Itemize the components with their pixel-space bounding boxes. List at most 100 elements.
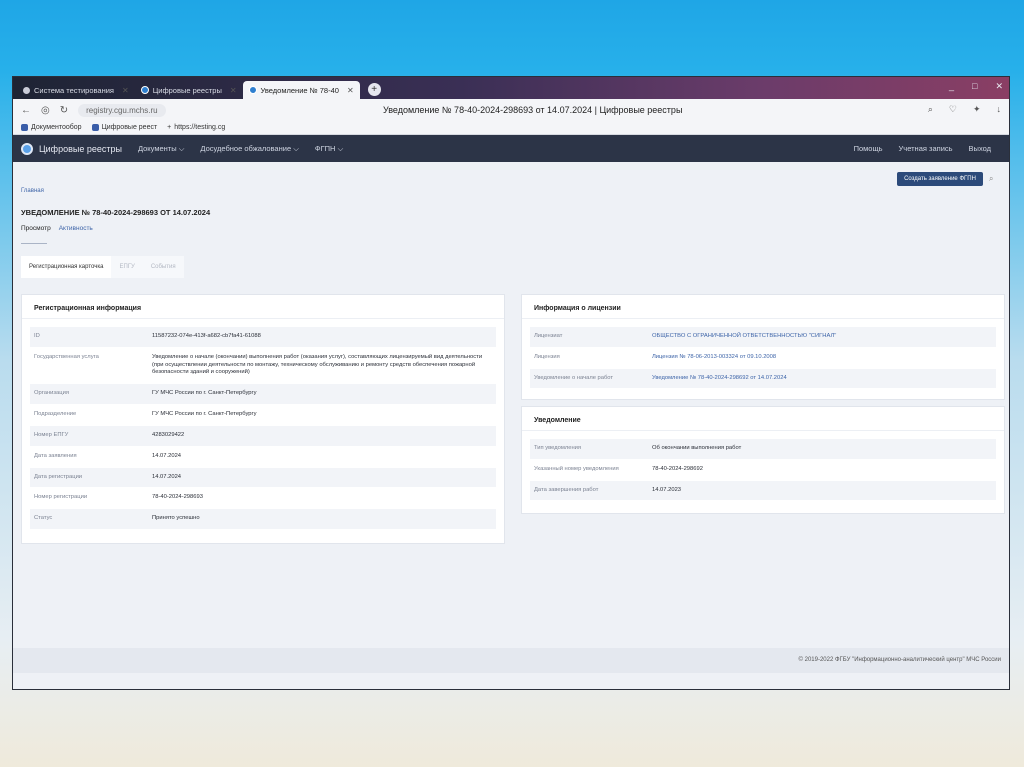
tab-favicon-icon <box>23 86 30 94</box>
row-value: Уведомление о начале (окончании) выполне… <box>152 353 483 376</box>
navbar-right: Помощь Учетная запись Выход <box>854 144 991 153</box>
start-notification-link[interactable]: Уведомление № 78-40-2024-298692 от 14.07… <box>652 375 787 383</box>
close-window-button[interactable]: ✕ <box>995 81 1003 92</box>
row-value: 14.07.2024 <box>152 452 182 459</box>
account-link[interactable]: Учетная запись <box>899 144 953 153</box>
close-tab-icon[interactable]: ✕ <box>230 86 237 95</box>
bookmark-icon[interactable]: ♡ <box>949 104 957 115</box>
row-label: Указанный номер уведомления <box>534 465 619 472</box>
url-field[interactable]: registry.cgu.mchs.ru <box>78 103 166 117</box>
registration-info-panel: Регистрационная информация ID 11587232-07… <box>21 294 505 544</box>
info-row: Дата регистрации 14.07.2024 <box>30 467 496 489</box>
info-row: Указанный номер уведомления 78-40-2024-29… <box>530 460 996 481</box>
tab-digital-registries[interactable]: Цифровые реестры ✕ <box>135 81 243 99</box>
row-value: 4283029422 <box>152 431 185 438</box>
brand-name: Цифровые реестры <box>39 143 122 154</box>
tab-view[interactable]: Просмотр <box>21 225 51 232</box>
menu-fgpn[interactable]: ФГПН ⌵ <box>315 144 343 154</box>
bookmark-item[interactable]: Цифровые реест <box>91 124 157 131</box>
row-value: Принято успешно <box>152 515 200 522</box>
info-row: Номер ЕПГУ 4283029422 <box>30 425 496 447</box>
tab-registration-card[interactable]: Регистрационная карточка <box>21 256 112 278</box>
page-title-display: Уведомление № 78-40-2024-298693 от 14.07… <box>383 105 683 115</box>
new-tab-button[interactable]: + <box>367 83 381 96</box>
window-controls: _ □ ✕ <box>949 81 1003 92</box>
tab-label: Цифровые реестры <box>152 85 222 95</box>
row-label: Уведомление о начале работ <box>534 374 614 381</box>
info-row: Дата заявления 14.07.2024 <box>30 447 496 468</box>
panel-title: Информация о лицензии <box>522 295 1004 319</box>
row-label: Подразделение <box>34 411 77 418</box>
notification-panel: Уведомление Тип уведомления Об окончании … <box>521 406 1005 514</box>
card-tabs: Регистрационная карточка ЕПГУ События <box>21 256 184 278</box>
info-row: Дата завершения работ 14.07.2023 <box>530 480 996 502</box>
row-label: Лицензиат <box>534 333 563 339</box>
active-tab-underline <box>21 243 47 244</box>
tab-testing-system[interactable]: Система тестирования ✕ <box>17 81 135 99</box>
tab-events[interactable]: События <box>142 256 184 278</box>
row-label: Статус <box>34 515 53 522</box>
main-content: Главная УВЕДОМЛЕНИЕ № 78-40-2024-298693 … <box>13 162 1009 673</box>
bookmark-item[interactable]: Документообор <box>21 124 82 131</box>
back-icon[interactable]: ← <box>21 105 31 116</box>
bookmark-label: https://testing.cg <box>174 124 226 131</box>
download-icon[interactable]: ↓ <box>997 104 1002 115</box>
create-fgpn-application-button[interactable]: Создать заявление ФГПН <box>897 172 983 186</box>
license-info-panel: Информация о лицензии Лицензиат ОБЩЕСТВО … <box>521 294 1005 400</box>
license-link[interactable]: Лицензия № 78-06-2013-003324 от 09.10.20… <box>652 354 776 362</box>
toolbar-right: ⌕ ♡ ✦ ↓ <box>928 104 1001 115</box>
menu-documents[interactable]: Документы ⌵ <box>138 144 184 154</box>
browser-window: Система тестирования ✕ Цифровые реестры … <box>12 76 1010 690</box>
minimize-button[interactable]: _ <box>949 81 954 92</box>
licensee-link[interactable]: ОБЩЕСТВО С ОГРАНИЧЕННОЙ ОТВЕТСТВЕННОСТЬЮ… <box>652 333 836 341</box>
info-row: ID 11587232-074e-413f-a682-cb7fa41-61088 <box>30 327 496 348</box>
row-label: Лицензия <box>534 353 560 360</box>
shield-icon[interactable]: ◎ <box>41 105 50 116</box>
info-row: Подразделение ГУ МЧС России по г. Санкт-П… <box>30 405 496 426</box>
close-tab-icon[interactable]: ✕ <box>347 86 354 95</box>
logout-link[interactable]: Выход <box>969 144 991 153</box>
app-navbar: Цифровые реестры Документы ⌵ Досудебное … <box>13 135 1009 162</box>
info-row: Лицензиат ОБЩЕСТВО С ОГРАНИЧЕННОЙ ОТВЕТСТ… <box>530 327 996 348</box>
mchs-logo-icon <box>140 86 149 94</box>
bookmark-favicon-icon <box>21 124 28 131</box>
row-value: 78-40-2024-298692 <box>652 465 703 472</box>
page-title: УВЕДОМЛЕНИЕ № 78-40-2024-298693 ОТ 14.07… <box>21 208 211 217</box>
tab-strip: Система тестирования ✕ Цифровые реестры … <box>13 77 1009 99</box>
footer: © 2019-2022 ФГБУ "Информационно-аналитич… <box>13 648 1009 673</box>
plus-icon: + <box>167 124 172 131</box>
row-label: Государственная услуга <box>34 353 99 360</box>
search-icon[interactable]: ⌕ <box>989 174 993 184</box>
tab-activity[interactable]: Активность <box>59 225 93 232</box>
bookmarks-bar: Документообор Цифровые реест + https://t… <box>13 121 1009 135</box>
bookmark-favicon-icon <box>91 124 99 131</box>
info-row: Номер регистрации 78-40-2024-298693 <box>30 488 496 510</box>
mchs-emblem-icon <box>21 142 33 155</box>
address-bar: ← ◎ ↻ registry.cgu.mchs.ru Уведомление №… <box>13 99 1009 121</box>
row-label: Номер ЕПГУ <box>34 431 69 438</box>
row-label: Организация <box>34 390 69 397</box>
reload-icon[interactable]: ↻ <box>60 105 68 116</box>
search-icon[interactable]: ⌕ <box>928 104 933 115</box>
bookmark-item[interactable]: + https://testing.cg <box>167 124 225 131</box>
tab-epgu[interactable]: ЕПГУ <box>111 256 143 278</box>
tab-label: Система тестирования <box>34 85 114 95</box>
mchs-logo-icon <box>248 86 257 94</box>
row-label: Тип уведомления <box>534 445 582 451</box>
info-row: Лицензия Лицензия № 78-06-2013-003324 от … <box>530 348 996 369</box>
close-tab-icon[interactable]: ✕ <box>122 86 129 95</box>
row-label: Дата регистрации <box>34 473 83 480</box>
extension-icon[interactable]: ✦ <box>973 104 981 115</box>
breadcrumb[interactable]: Главная <box>21 188 44 194</box>
panel-title: Регистрационная информация <box>22 295 504 319</box>
info-row: Тип уведомления Об окончании выполнения р… <box>530 439 996 460</box>
row-label: Номер регистрации <box>34 494 88 501</box>
tab-notification[interactable]: Уведомление № 78-40 ✕ <box>242 81 360 99</box>
row-value: 78-40-2024-298693 <box>152 494 203 501</box>
row-label: Дата заявления <box>34 452 77 459</box>
brand[interactable]: Цифровые реестры <box>21 142 122 155</box>
info-row: Государственная услуга Уведомление о нача… <box>30 348 496 385</box>
help-link[interactable]: Помощь <box>854 144 883 153</box>
menu-pretrial-appeal[interactable]: Досудебное обжалование ⌵ <box>200 144 298 154</box>
maximize-button[interactable]: □ <box>972 81 977 92</box>
